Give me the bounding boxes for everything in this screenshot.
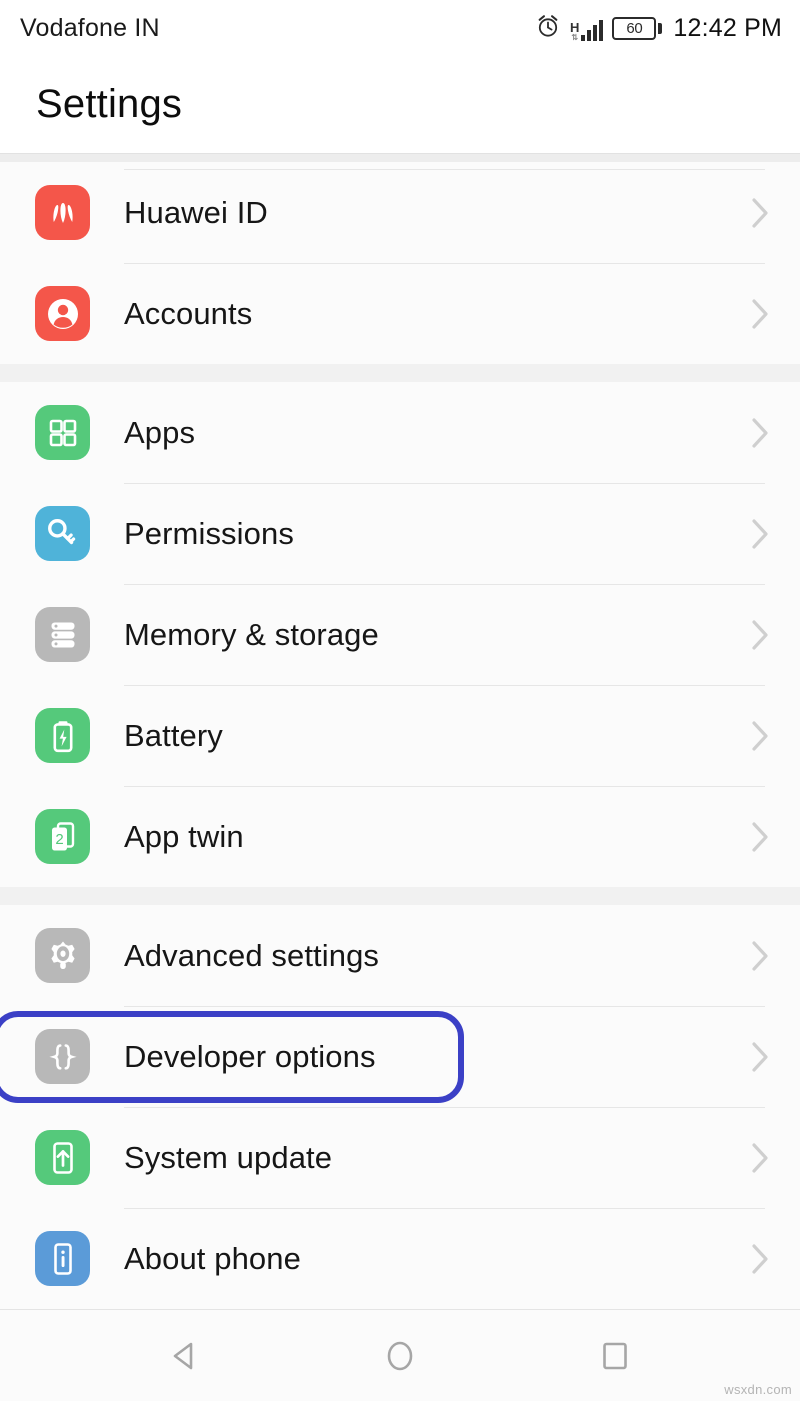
list-item-memory-storage[interactable]: Memory & storage: [0, 584, 800, 685]
chevron-right-icon: [750, 1139, 772, 1177]
person-account-icon: [35, 286, 90, 341]
phone-up-arrow-icon: [35, 1130, 90, 1185]
chevron-right-icon: [750, 1240, 772, 1278]
list-item-label: Battery: [124, 717, 223, 753]
list-item-system-update[interactable]: System update: [0, 1107, 800, 1208]
chevron-right-icon: [750, 1038, 772, 1076]
app-twin-cards-icon: 2: [35, 809, 90, 864]
list-item-permissions[interactable]: Permissions: [0, 483, 800, 584]
chevron-right-icon: [750, 616, 772, 654]
list-item-label: Apps: [124, 414, 196, 450]
clock-label: 12:42 PM: [673, 13, 782, 42]
list-item-label: Permissions: [124, 515, 294, 551]
list-item-battery[interactable]: Battery: [0, 685, 800, 786]
battery-bolt-icon: [35, 708, 90, 763]
chevron-right-icon: [750, 295, 772, 333]
storage-rack-icon: [35, 607, 90, 662]
list-item-label: Huawei ID: [124, 194, 268, 230]
watermark-label: wsxdn.com: [724, 1382, 792, 1397]
settings-group: Apps Permissions Memory & storage Batter…: [0, 382, 800, 887]
list-item-label: System update: [124, 1139, 333, 1175]
huawei-logo-icon: [35, 185, 90, 240]
list-item-label: Advanced settings: [124, 937, 380, 973]
signal-bars-icon: H ⇅: [570, 15, 604, 42]
list-item-label: Memory & storage: [124, 616, 379, 652]
status-bar: Vodafone IN H ⇅ 60 12:42 PM: [0, 0, 800, 56]
chevron-right-icon: [750, 414, 772, 452]
list-item-accounts[interactable]: Accounts: [0, 263, 800, 364]
list-item-apps[interactable]: Apps: [0, 382, 800, 483]
settings-list[interactable]: Huawei ID Accounts Apps Permissions Memo…: [0, 162, 800, 1309]
key-icon: [35, 506, 90, 561]
chevron-right-icon: [750, 515, 772, 553]
svg-text:2: 2: [55, 831, 63, 848]
list-item-label: Accounts: [124, 295, 253, 331]
recents-square-icon[interactable]: [585, 1326, 645, 1386]
curly-braces-icon: [35, 1029, 90, 1084]
header-divider: [0, 153, 800, 162]
battery-icon: 60: [612, 16, 663, 40]
phone-info-icon: [35, 1231, 90, 1286]
list-item-label: Developer options: [124, 1038, 376, 1074]
list-item-about-phone[interactable]: About phone: [0, 1208, 800, 1309]
list-item-developer-options[interactable]: Developer options: [0, 1006, 800, 1107]
home-circle-icon[interactable]: [370, 1326, 430, 1386]
gear-icon: [35, 928, 90, 983]
list-item-label: About phone: [124, 1240, 301, 1276]
back-triangle-icon[interactable]: [155, 1326, 215, 1386]
apps-grid-icon: [35, 405, 90, 460]
chevron-right-icon: [750, 194, 772, 232]
carrier-label: Vodafone IN: [20, 13, 160, 42]
list-item-app-twin[interactable]: 2 App twin: [0, 786, 800, 887]
list-item-huawei-id[interactable]: Huawei ID: [0, 162, 800, 263]
list-item-label: App twin: [124, 818, 244, 854]
chevron-right-icon: [750, 937, 772, 975]
chevron-right-icon: [750, 818, 772, 856]
status-icons: H ⇅ 60 12:42 PM: [535, 13, 782, 44]
group-separator: [0, 887, 800, 905]
group-separator: [0, 364, 800, 382]
list-item-advanced-settings[interactable]: Advanced settings: [0, 905, 800, 1006]
alarm-clock-icon: [535, 13, 561, 44]
battery-level-label: 60: [626, 19, 643, 37]
settings-group: Advanced settings Developer options Syst…: [0, 905, 800, 1309]
page-title: Settings: [36, 82, 183, 126]
navigation-bar: wsxdn.com: [0, 1310, 800, 1401]
settings-group: Huawei ID Accounts: [0, 162, 800, 364]
page-header: Settings: [0, 56, 800, 153]
network-arrows-icon: ⇅: [571, 33, 579, 42]
chevron-right-icon: [750, 717, 772, 755]
